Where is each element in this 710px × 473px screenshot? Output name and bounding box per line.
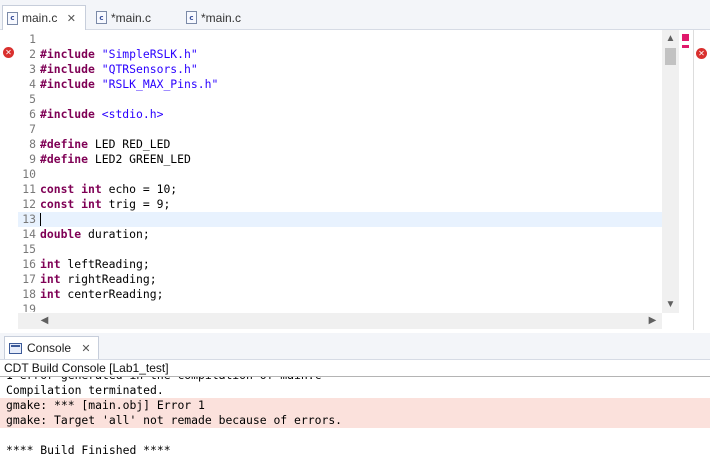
close-icon[interactable]: ✕ [80, 342, 92, 355]
code-text[interactable]: #define LED2 GREEN_LED [40, 152, 191, 167]
code-line[interactable]: 12 const int trig = 9; [18, 197, 662, 212]
line-number: 4 [29, 77, 36, 91]
code-line[interactable]: 1 [18, 32, 662, 47]
console-tab-label: Console [27, 341, 72, 355]
editor-tab-main-c-modified-2[interactable]: c *main.c [182, 5, 266, 30]
scroll-left-icon[interactable]: ◀ [36, 313, 53, 329]
console-error-line: gmake: *** [main.obj] Error 1 [0, 398, 710, 413]
tab-label: *main.c [201, 10, 242, 25]
code-line[interactable]: 11 const int echo = 10; [18, 182, 662, 197]
code-line[interactable]: 18 int centerReading; [18, 287, 662, 302]
error-marker-icon[interactable]: ✕ [3, 47, 14, 58]
line-number: 2 [29, 47, 36, 61]
scroll-up-icon[interactable]: ▲ [662, 30, 679, 47]
code-line[interactable]: 8 #define LED RED_LED [18, 137, 662, 152]
code-text-area[interactable]: 1 2 #include "SimpleRSLK.h" 3 #include "QTRS… [18, 32, 662, 312]
c-file-icon: c [7, 11, 18, 25]
code-text[interactable]: const int echo = 10; [40, 182, 177, 197]
c-file-icon: c [96, 11, 107, 24]
code-text[interactable]: #include "RSLK_MAX_Pins.h" [40, 77, 218, 92]
code-line[interactable]: 6 #include <stdio.h> [18, 107, 662, 122]
scroll-right-icon[interactable]: ▶ [644, 313, 661, 329]
editor-tab-main-c[interactable]: c main.c ✕ [2, 5, 86, 30]
code-line[interactable]: 10 [18, 167, 662, 182]
console-line: Compilation terminated. [6, 383, 164, 397]
tab-label: main.c [22, 11, 58, 25]
tab-console[interactable]: Console ✕ [4, 336, 100, 359]
error-icon[interactable]: ✕ [696, 48, 707, 59]
line-number: 10 [22, 167, 36, 181]
code-text[interactable]: int centerReading; [40, 287, 163, 302]
line-number: 8 [29, 137, 36, 151]
close-icon[interactable]: ✕ [65, 12, 77, 25]
line-number: 5 [29, 92, 36, 106]
code-editor[interactable]: ✕ 1 2 #include "SimpleRSLK.h" 3 #include "QT… [0, 30, 710, 330]
code-line[interactable]: 19 [18, 302, 662, 312]
line-number: 7 [29, 122, 36, 136]
horizontal-scrollbar[interactable]: ◀ ▶ [18, 313, 662, 329]
code-line[interactable]: 5 [18, 92, 662, 107]
code-line-current[interactable]: 13 [18, 212, 662, 227]
code-line[interactable]: 9 #define LED2 GREEN_LED [18, 152, 662, 167]
console-tab-bar: Console ✕ [0, 333, 710, 360]
editor-tab-main-c-modified-1[interactable]: c *main.c [92, 5, 176, 30]
overview-ruler[interactable]: ✕ [679, 30, 710, 330]
code-line[interactable]: 3 #include "QTRSensors.h" [18, 62, 662, 77]
line-number: 1 [29, 32, 36, 46]
code-text[interactable]: #include "SimpleRSLK.h" [40, 47, 198, 62]
code-text[interactable]: #define LED RED_LED [40, 137, 170, 152]
code-text[interactable]: int rightReading; [40, 272, 157, 287]
code-line[interactable]: 17 int rightReading; [18, 272, 662, 287]
line-number: 11 [22, 182, 36, 196]
line-number: 16 [22, 257, 36, 271]
scroll-down-icon[interactable]: ▼ [662, 296, 679, 313]
code-text[interactable]: const int trig = 9; [40, 197, 170, 212]
editor-tab-bar: c main.c ✕ c *main.c c *main.c [0, 0, 710, 30]
line-number: 13 [22, 212, 36, 226]
annotation-gutter: ✕ [0, 30, 18, 330]
tab-label: *main.c [111, 10, 152, 25]
code-line[interactable]: 16 int leftReading; [18, 257, 662, 272]
console-error-line: gmake: Target 'all' not remade because o… [0, 413, 710, 428]
console-title: CDT Build Console [Lab1_test] [4, 361, 169, 375]
console-output[interactable]: 1 error generated in the compilation of … [0, 376, 710, 473]
console-line: 1 error generated in the compilation of … [0, 377, 710, 383]
line-number: 6 [29, 107, 36, 121]
error-summary-icon[interactable] [682, 34, 689, 41]
code-text[interactable]: #include "QTRSensors.h" [40, 62, 198, 77]
code-line[interactable]: 14 double duration; [18, 227, 662, 242]
ruler-divider [693, 30, 694, 330]
error-overview-mark[interactable] [682, 45, 689, 48]
line-number: 19 [22, 302, 36, 312]
vertical-scrollbar[interactable]: ▲ ▼ [662, 30, 679, 313]
code-text[interactable]: int leftReading; [40, 257, 150, 272]
code-line[interactable]: 15 [18, 242, 662, 257]
code-line[interactable]: 4 #include "RSLK_MAX_Pins.h" [18, 77, 662, 92]
console-icon [9, 342, 22, 354]
line-number: 12 [22, 197, 36, 211]
code-text[interactable]: #include <stdio.h> [40, 107, 163, 122]
line-number: 18 [22, 287, 36, 301]
console-line: **** Build Finished **** [6, 443, 171, 457]
scrollbar-thumb[interactable] [665, 48, 676, 65]
code-line[interactable]: 7 [18, 122, 662, 137]
line-number: 14 [22, 227, 36, 241]
line-number: 9 [29, 152, 36, 166]
code-text[interactable]: double duration; [40, 227, 150, 242]
line-number: 17 [22, 272, 36, 286]
c-file-icon: c [186, 11, 197, 24]
code-text[interactable] [40, 212, 41, 227]
line-number: 15 [22, 242, 36, 256]
line-number: 3 [29, 62, 36, 76]
code-line[interactable]: 2 #include "SimpleRSLK.h" [18, 47, 662, 62]
